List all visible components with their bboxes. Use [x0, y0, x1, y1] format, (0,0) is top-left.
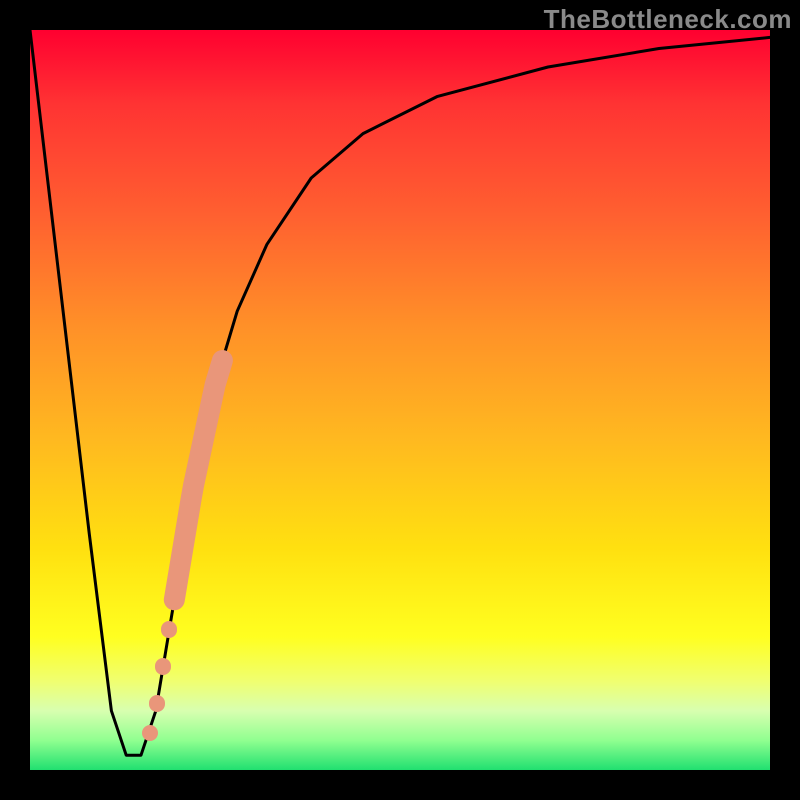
chart-frame: TheBottleneck.com — [0, 0, 800, 800]
bottleneck-curve — [30, 30, 770, 770]
watermark-text: TheBottleneck.com — [544, 4, 792, 35]
curve-marker-dot — [155, 658, 171, 674]
thick-marker-segment — [174, 361, 222, 600]
curve-marker-dot — [149, 695, 165, 711]
curve-marker-dot — [161, 621, 177, 637]
plot-area — [30, 30, 770, 770]
curve-marker-dot — [142, 725, 158, 741]
